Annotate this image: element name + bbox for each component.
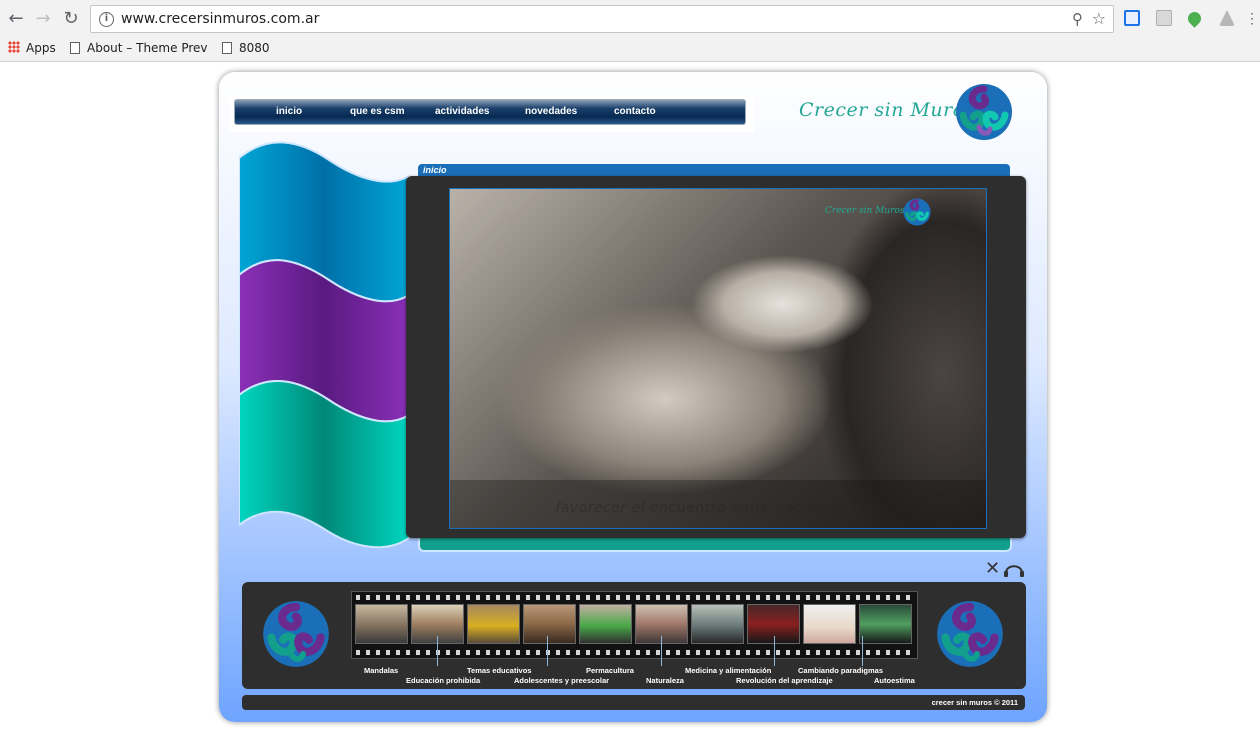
content-panel: favorecer el encuentro entre padres e hi…: [406, 176, 1026, 538]
gallery-panel: Mandalas Educación prohibida Temas educa…: [242, 582, 1026, 689]
decorative-ribbon: [239, 141, 409, 549]
hero-photo: favorecer el encuentro entre padres e hi…: [449, 188, 987, 529]
video-thumbnail[interactable]: [859, 604, 912, 644]
divider: [774, 636, 775, 666]
category-link[interactable]: Permacultura: [586, 666, 634, 675]
category-link[interactable]: Mandalas: [364, 666, 398, 675]
category-link[interactable]: Adolescentes y preescolar: [514, 676, 609, 685]
bookmark-about[interactable]: About – Theme Previe: [70, 39, 208, 57]
sprocket-row: [356, 650, 915, 655]
category-link[interactable]: Cambiando paradigmas: [798, 666, 883, 675]
category-link[interactable]: Medicina y alimentación: [685, 666, 771, 675]
brand-name: Crecer sin Muros: [799, 99, 975, 121]
logo-right-icon: [937, 601, 1003, 667]
extension-icon[interactable]: [1185, 9, 1204, 28]
category-link[interactable]: Autoestima: [874, 676, 915, 685]
sprocket-row: [356, 595, 915, 600]
bookmarks-bar: Apps About – Theme Previe 8080: [0, 38, 1260, 62]
url-text[interactable]: www.crecersinmuros.com.ar: [121, 11, 319, 27]
info-icon[interactable]: i: [99, 12, 114, 27]
menu-icon[interactable]: ⋮: [1245, 10, 1259, 28]
video-thumbnail[interactable]: [523, 604, 576, 644]
address-bar[interactable]: i www.crecersinmuros.com.ar ⚲ ☆: [90, 5, 1114, 33]
nav-link-novedades[interactable]: novedades: [525, 106, 577, 117]
divider: [862, 636, 863, 666]
back-button[interactable]: ←: [5, 8, 27, 30]
forward-button[interactable]: →: [32, 8, 54, 30]
nav-link-actividades[interactable]: actividades: [435, 106, 489, 117]
bookmark-8080[interactable]: 8080: [222, 39, 270, 57]
footer-bar: crecer sin muros © 2011: [242, 695, 1025, 710]
photo-brand-name: Crecer sin Muros: [825, 206, 905, 216]
nav-link-contacto[interactable]: contacto: [614, 106, 656, 117]
video-thumbnail[interactable]: [579, 604, 632, 644]
apps-grid-icon: [8, 41, 20, 53]
video-thumbnail[interactable]: [355, 604, 408, 644]
video-thumbnail[interactable]: [691, 604, 744, 644]
zoom-icon[interactable]: ⚲: [1072, 10, 1083, 28]
video-thumbnail[interactable]: [467, 604, 520, 644]
main-nav: inicio que es csm actividades novedades …: [234, 99, 746, 125]
browser-toolbar: ← → ↻ i www.crecersinmuros.com.ar ⚲ ☆ ⋮: [0, 0, 1260, 38]
content-tab-label: inicio: [423, 165, 447, 175]
extension-icon[interactable]: [1124, 10, 1140, 26]
reload-button[interactable]: ↻: [60, 8, 82, 30]
category-link[interactable]: Educación prohibida: [406, 676, 480, 685]
footer-copyright: crecer sin muros © 2011: [931, 698, 1018, 707]
category-link[interactable]: Revolución del aprendizaje: [736, 676, 833, 685]
divider: [547, 636, 548, 666]
headphones-icon[interactable]: [1003, 560, 1025, 578]
video-thumbnail[interactable]: [803, 604, 856, 644]
photo-logo-icon: [903, 198, 931, 226]
bookmark-apps[interactable]: Apps: [8, 39, 56, 57]
divider: [437, 636, 438, 666]
category-link[interactable]: Temas educativos: [467, 666, 531, 675]
logo-left-icon: [263, 601, 329, 667]
photo-caption: favorecer el encuentro entre padres e hi…: [555, 500, 881, 516]
divider: [661, 636, 662, 666]
page-icon: [70, 42, 80, 54]
extension-icon[interactable]: [1156, 10, 1172, 26]
nav-link-que-es-csm[interactable]: que es csm: [350, 106, 404, 117]
nav-link-inicio[interactable]: inicio: [276, 106, 302, 117]
site-container: inicio que es csm actividades novedades …: [219, 72, 1047, 722]
close-icon[interactable]: ✕: [985, 560, 1000, 578]
drive-icon[interactable]: [1219, 10, 1235, 26]
nav-frame: inicio que es csm actividades novedades …: [229, 95, 754, 132]
category-link[interactable]: Naturaleza: [646, 676, 684, 685]
page-icon: [222, 42, 232, 54]
bookmark-star-icon[interactable]: ☆: [1092, 9, 1106, 28]
brand-logo-icon[interactable]: [955, 83, 1013, 141]
browser-chrome: ← → ↻ i www.crecersinmuros.com.ar ⚲ ☆ ⋮ …: [0, 0, 1260, 62]
